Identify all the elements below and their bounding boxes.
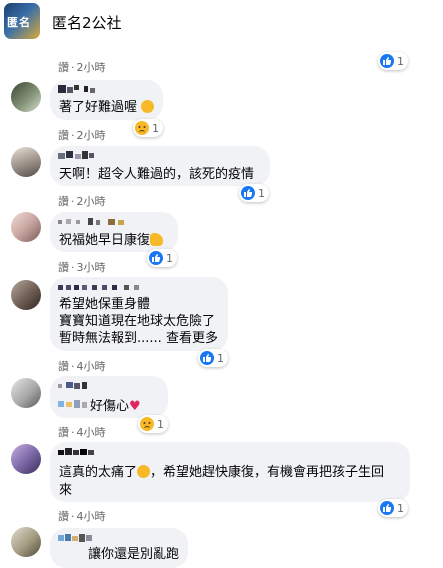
comment-text: 好傷心♥: [90, 399, 141, 414]
comment-time[interactable]: 2小時: [77, 61, 106, 74]
blurred-name: [58, 448, 94, 455]
like-link[interactable]: 讚: [58, 426, 69, 439]
comment-time[interactable]: 2小時: [77, 129, 106, 142]
reaction-number: 1: [157, 417, 164, 431]
reaction-count[interactable]: 1: [239, 184, 269, 202]
comment-time[interactable]: 3小時: [77, 261, 106, 274]
like-link[interactable]: 讚: [58, 129, 69, 142]
commenter-avatar[interactable]: [11, 444, 41, 474]
comment-meta: 讚 · 2小時: [58, 195, 106, 208]
reaction-count[interactable]: 1: [198, 349, 228, 367]
page-name[interactable]: 匿名2公社: [52, 12, 122, 33]
like-reaction-icon: [380, 501, 394, 515]
comment-bubble: 祝福她早日康復: [50, 212, 178, 252]
like-link[interactable]: 讚: [58, 261, 69, 274]
reaction-number: 1: [397, 54, 404, 68]
like-link[interactable]: 讚: [58, 195, 69, 208]
comment-time[interactable]: 2小時: [77, 195, 106, 208]
like-reaction-icon: [149, 251, 163, 265]
like-link[interactable]: 讚: [58, 510, 69, 523]
comment-bubble: 著了好難過喔: [50, 80, 163, 120]
comment-text: 天啊！超令人難過的，該死的疫情: [59, 167, 255, 182]
comment-text-line: 來: [59, 483, 73, 498]
comment-text-line: 這真的太痛了 ，希望她趕快康復，有機會再把孩子生回: [59, 465, 385, 480]
commenter-avatar[interactable]: [11, 147, 41, 177]
flexed-arm-emoji-icon: [150, 233, 164, 246]
comment-text-line: 暫時無法報到...... 查看更多: [59, 331, 218, 346]
page-header: 匿名 匿名2公社: [0, 0, 443, 44]
reaction-count[interactable]: 1: [133, 119, 163, 137]
blurred-name: [58, 534, 92, 542]
commenter-avatar[interactable]: [11, 527, 41, 557]
sad-emoji-icon: [137, 465, 151, 478]
reaction-number: 1: [397, 501, 404, 515]
comment-meta: 讚 · 4小時: [58, 510, 106, 523]
reaction-count[interactable]: 1: [138, 415, 168, 433]
sad-reaction-icon: [135, 121, 149, 135]
like-reaction-icon: [200, 351, 214, 365]
comment-meta: 讚 · 2小時: [58, 61, 106, 74]
comment-bubble: 希望她保重身體 寶寶知道現在地球太危險了 暫時無法報到...... 查看更多: [50, 277, 228, 351]
blurred-name: [58, 151, 94, 159]
comment-bubble: 天啊！超令人難過的，該死的疫情: [50, 146, 270, 186]
comment-time[interactable]: 4小時: [77, 426, 106, 439]
like-link[interactable]: 讚: [58, 360, 69, 373]
reaction-count[interactable]: 1: [147, 249, 177, 267]
comment-meta: 讚 · 4小時: [58, 360, 106, 373]
comment-time[interactable]: 4小時: [77, 360, 106, 373]
sad-reaction-icon: [140, 417, 154, 431]
comment-bubble: 讓你還是別亂跑: [50, 528, 188, 568]
sad-emoji-icon: [141, 100, 155, 113]
like-reaction-icon: [241, 186, 255, 200]
page-avatar-text: 匿名: [7, 16, 31, 29]
like-link[interactable]: 讚: [58, 61, 69, 74]
blurred-text: [58, 400, 87, 408]
commenter-avatar[interactable]: [11, 82, 41, 112]
reaction-number: 1: [152, 121, 159, 135]
comment-bubble: 這真的太痛了 ，希望她趕快康復，有機會再把孩子生回 來: [50, 442, 410, 502]
comment-text: 讓你還是別亂跑: [88, 547, 180, 562]
reaction-count[interactable]: 1: [378, 499, 408, 517]
blurred-name: [58, 285, 139, 290]
commenter-avatar[interactable]: [11, 212, 41, 242]
comment-text: 祝福她早日康復: [59, 232, 164, 249]
blurred-name: [58, 382, 87, 389]
blurred-name: [58, 85, 95, 93]
comment-text: 著了好難過喔: [59, 99, 155, 116]
blurred-name: [58, 218, 124, 225]
reaction-number: 1: [166, 251, 173, 265]
comment-text-line: 希望她保重身體: [59, 297, 151, 312]
commenter-avatar[interactable]: [11, 378, 41, 408]
reaction-number: 1: [217, 351, 224, 365]
page-avatar[interactable]: 匿名: [4, 3, 40, 39]
comment-meta: 讚 · 4小時: [58, 426, 106, 439]
comment-text-line: 寶寶知道現在地球太危險了: [59, 314, 216, 329]
broken-heart-emoji-icon: ♥: [129, 399, 141, 414]
comment-meta: 讚 · 2小時: [58, 129, 106, 142]
comment-bubble: 好傷心♥: [50, 376, 168, 418]
comment-meta: 讚 · 3小時: [58, 261, 106, 274]
comment-time[interactable]: 4小時: [77, 510, 106, 523]
see-more-link[interactable]: 查看更多: [166, 331, 218, 346]
reaction-count[interactable]: 1: [378, 52, 408, 70]
commenter-avatar[interactable]: [11, 280, 41, 310]
reaction-number: 1: [258, 186, 265, 200]
like-reaction-icon: [380, 54, 394, 68]
